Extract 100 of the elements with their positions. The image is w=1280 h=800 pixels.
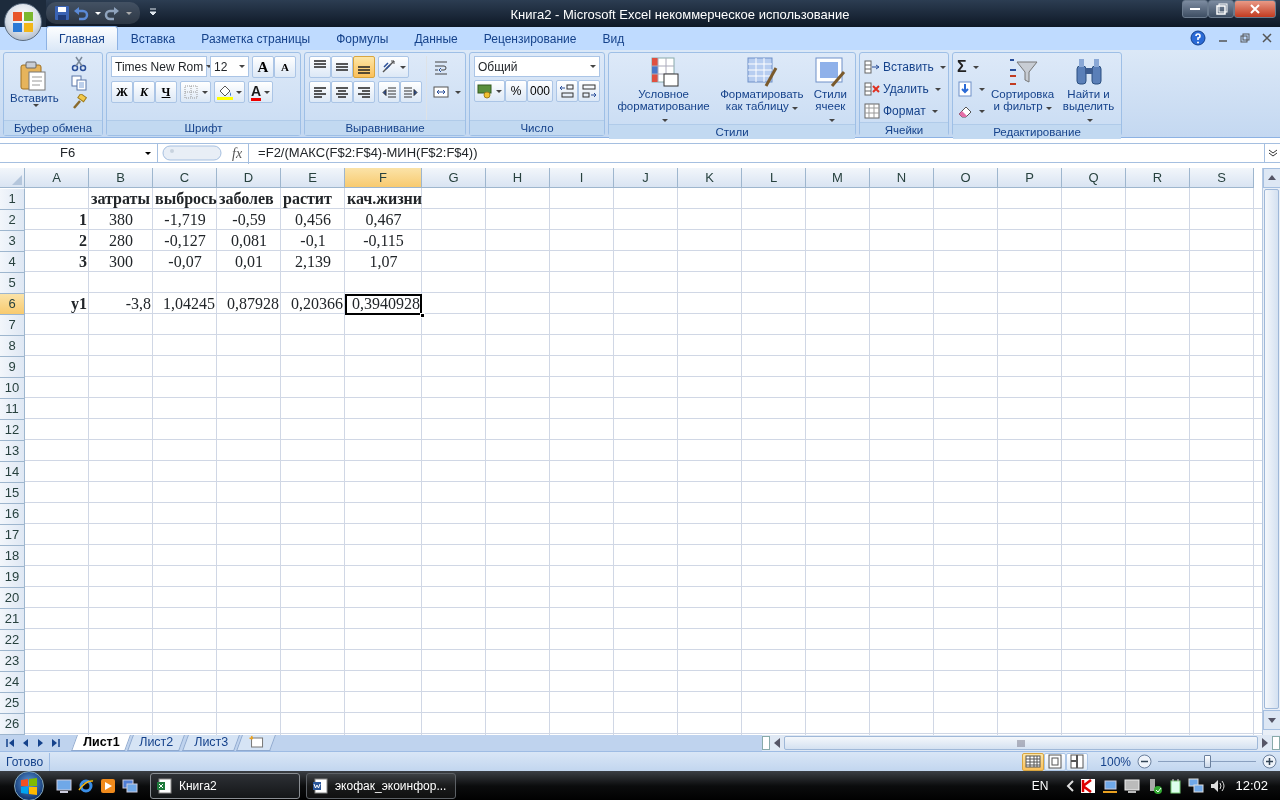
column-header[interactable]: P	[998, 168, 1062, 188]
grow-font-button[interactable]: A	[252, 56, 274, 78]
sheet-tab[interactable]: Лист1	[71, 735, 132, 751]
desktop-icon[interactable]	[56, 778, 72, 794]
minimize-button[interactable]	[1182, 0, 1208, 18]
number-format-field[interactable]: Общий	[474, 56, 600, 77]
binoculars-button[interactable]: Найти и выделить	[1060, 56, 1117, 124]
row-header[interactable]: 14	[0, 462, 25, 483]
row-header[interactable]: 25	[0, 693, 25, 714]
tab-first-icon[interactable]	[6, 738, 15, 748]
orientation-button[interactable]	[378, 56, 409, 78]
help-icon[interactable]	[1190, 30, 1206, 46]
column-header[interactable]: R	[1126, 168, 1190, 188]
row-header[interactable]: 3	[0, 231, 25, 252]
row-header[interactable]: 17	[0, 525, 25, 546]
view-page-break-button[interactable]	[1066, 752, 1089, 771]
keyboard-language[interactable]: EN	[1031, 777, 1049, 795]
save-icon[interactable]	[54, 5, 70, 21]
sheet-tab[interactable]: Лист2	[127, 735, 186, 751]
row-header[interactable]: 24	[0, 672, 25, 693]
fill-color-button[interactable]	[214, 81, 245, 103]
splitter-handle-icon[interactable]	[762, 736, 770, 750]
network-computer-icon[interactable]	[1102, 778, 1119, 794]
zoom-out-icon[interactable]	[1137, 754, 1152, 769]
italic-button[interactable]: К	[133, 81, 155, 103]
row-header[interactable]: 16	[0, 504, 25, 525]
format-painter-icon[interactable]	[70, 94, 87, 110]
expand-formula-button[interactable]	[1264, 144, 1280, 162]
currency-button[interactable]	[474, 80, 505, 102]
sheet-tab[interactable]: Лист3	[181, 735, 240, 751]
formula-field[interactable]: =F2/(МАКС(F$2:F$4)-МИН(F$2:F$4))	[253, 144, 1264, 162]
ribbon-tab[interactable]: Главная	[46, 26, 118, 50]
column-header[interactable]: K	[678, 168, 742, 188]
switch-windows-icon[interactable]	[122, 778, 138, 794]
row-header[interactable]: 10	[0, 378, 25, 399]
row-header[interactable]: 13	[0, 441, 25, 462]
row-header[interactable]: 26	[0, 714, 25, 735]
tab-next-icon[interactable]	[36, 738, 45, 748]
cut-icon[interactable]	[70, 56, 87, 72]
view-normal-button[interactable]	[1022, 752, 1045, 771]
sort-filter-button[interactable]: Сортировка и фильтр	[989, 56, 1057, 124]
row-header[interactable]: 12	[0, 420, 25, 441]
scroll-up-icon[interactable]	[1263, 168, 1280, 188]
align-right-button[interactable]	[353, 81, 375, 103]
tab-prev-icon[interactable]	[21, 738, 30, 748]
row-header[interactable]: 6	[0, 294, 25, 315]
align-bottom-button[interactable]	[353, 56, 375, 78]
scrollbar-thumb[interactable]	[784, 736, 1258, 750]
column-header[interactable]: E	[281, 168, 345, 188]
ribbon-tab[interactable]: Формулы	[323, 26, 402, 50]
taskbar-button[interactable]: экофак_экоинфор...	[306, 773, 456, 799]
scroll-down-icon[interactable]	[1263, 710, 1280, 730]
splitter-handle-icon[interactable]	[1272, 736, 1280, 750]
start-button[interactable]	[14, 771, 44, 800]
column-header[interactable]: Q	[1062, 168, 1126, 188]
media-player-icon[interactable]	[100, 778, 116, 794]
column-header[interactable]: L	[742, 168, 806, 188]
cells-command[interactable]: Формат	[864, 100, 946, 122]
ribbon-tab[interactable]: Рецензирование	[470, 26, 590, 50]
row-header[interactable]: 4	[0, 252, 25, 273]
ribbon-tab[interactable]: Вставка	[117, 26, 189, 50]
ribbon-tab[interactable]: Данные	[401, 26, 471, 50]
zoom-slider-thumb[interactable]	[1204, 754, 1211, 768]
tab-last-icon[interactable]	[51, 738, 60, 748]
column-header[interactable]: N	[870, 168, 934, 188]
table-format-button[interactable]: Форматировать как таблицу	[718, 56, 806, 124]
shrink-font-button[interactable]: A	[274, 56, 296, 78]
row-header[interactable]: 23	[0, 651, 25, 672]
ribbon-tab[interactable]: Разметка страницы	[188, 26, 324, 50]
column-header[interactable]: I	[550, 168, 614, 188]
row-header[interactable]: 19	[0, 567, 25, 588]
close-button[interactable]	[1234, 0, 1276, 18]
copy-icon[interactable]	[70, 75, 87, 91]
column-header[interactable]: C	[153, 168, 217, 188]
row-header[interactable]: 20	[0, 588, 25, 609]
office-button[interactable]	[4, 3, 42, 41]
zoom-in-icon[interactable]	[1262, 754, 1277, 769]
volume-icon[interactable]	[1210, 778, 1227, 794]
thousands-button[interactable]: 000	[527, 80, 554, 102]
clock[interactable]: 12:02	[1235, 776, 1268, 796]
column-header[interactable]: S	[1190, 168, 1254, 188]
restore-icon[interactable]	[1240, 33, 1250, 43]
column-header[interactable]: M	[806, 168, 870, 188]
align-top-button[interactable]	[309, 56, 331, 78]
column-header[interactable]: B	[89, 168, 153, 188]
power-icon[interactable]	[1168, 778, 1183, 794]
paste-button[interactable]: Вставить	[8, 56, 61, 120]
row-header[interactable]: 22	[0, 630, 25, 651]
align-middle-button[interactable]	[331, 56, 353, 78]
row-header[interactable]: 5	[0, 273, 25, 294]
name-box[interactable]: F6	[0, 144, 158, 162]
font-size-field[interactable]: 12	[210, 56, 249, 77]
insert-function-button[interactable]: fx	[226, 142, 250, 164]
row-header[interactable]: 7	[0, 315, 25, 336]
column-header[interactable]: F	[345, 168, 422, 188]
increase-indent-button[interactable]	[400, 81, 422, 103]
column-header[interactable]: O	[934, 168, 998, 188]
column-header[interactable]: D	[217, 168, 281, 188]
cell-styles-button[interactable]: Стили ячеек	[809, 56, 851, 124]
browser-icon[interactable]	[78, 778, 94, 794]
